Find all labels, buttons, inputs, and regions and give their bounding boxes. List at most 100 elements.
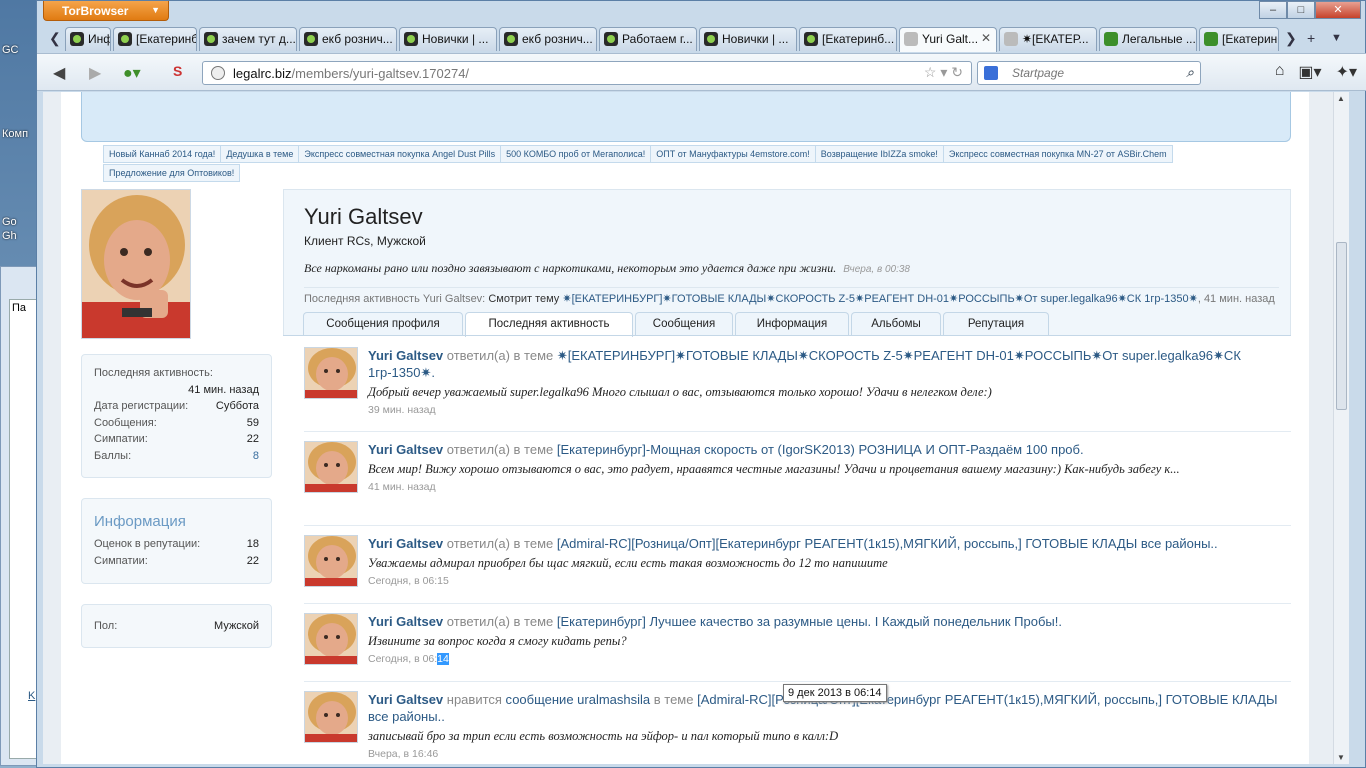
background-window-link[interactable]: K (28, 690, 35, 702)
profile-tab[interactable]: Информация (735, 312, 849, 336)
maximize-button[interactable]: □ (1287, 1, 1315, 19)
browser-tab[interactable]: [Екатеринб... (799, 27, 897, 51)
search-icon[interactable]: ⌕ (1186, 64, 1194, 81)
tab-scroll-left-icon[interactable]: ❮ (49, 30, 61, 47)
ad-link[interactable]: Экспресс совместная покупка MN-27 от ASB… (942, 145, 1173, 163)
ad-link[interactable]: Возвращение IbIZZa smoke! (814, 145, 944, 163)
tor-onion-icon[interactable]: ●▾ (123, 63, 141, 83)
stat-value: 59 (246, 416, 259, 429)
dropdown-arrow-icon: ▼ (151, 5, 160, 15)
bookmark-star-icon[interactable]: ☆ (924, 64, 937, 80)
tab-scroll-right-icon[interactable]: ❯ (1285, 30, 1297, 47)
stat-row: Симпатии: 22 (94, 433, 259, 450)
forward-button[interactable]: ▶ (89, 63, 101, 83)
addon-icon[interactable]: ✦▾ (1336, 62, 1357, 82)
search-bar[interactable]: Startpage ⌕ (977, 61, 1201, 85)
browser-tab[interactable]: Инф... (65, 27, 111, 51)
stat-value[interactable]: 8 (253, 450, 259, 467)
scroll-up-icon[interactable]: ▲ (1337, 94, 1345, 103)
minimize-button[interactable]: – (1259, 1, 1287, 19)
profile-tab[interactable]: Сообщения профиля (303, 312, 463, 336)
tab-favicon-icon (70, 32, 84, 46)
profile-tab[interactable]: Альбомы (851, 312, 941, 336)
profile-tab[interactable]: Репутация (943, 312, 1049, 336)
activity-avatar[interactable] (304, 613, 358, 665)
ad-link[interactable]: 500 КОМБО проб от Мегаполиса! (500, 145, 652, 163)
profile-tab[interactable]: Последняя активность (465, 312, 633, 337)
browser-tab[interactable]: Новички | ... (399, 27, 497, 51)
url-domain: legalrc.biz (233, 66, 292, 81)
activity-user-link[interactable]: Yuri Galtsev (368, 442, 443, 457)
home-icon[interactable]: ⌂ (1275, 62, 1285, 82)
browser-tab[interactable]: зачем тут д... (199, 27, 297, 51)
desktop-icon-label[interactable]: Go (2, 216, 36, 228)
status-time[interactable]: Вчера, в 00:38 (843, 264, 910, 275)
scroll-down-icon[interactable]: ▼ (1337, 753, 1345, 762)
activity-avatar[interactable] (304, 441, 358, 493)
search-engine-icon[interactable] (984, 66, 998, 80)
close-window-button[interactable]: ✕ (1315, 1, 1361, 19)
activity-user-link[interactable]: Yuri Galtsev (368, 536, 443, 551)
activity-time[interactable]: 39 мин. назад (368, 404, 1291, 416)
activity-title: Yuri Galtsev ответил(а) в теме [Екатерин… (368, 441, 1291, 458)
activity-time[interactable]: Сегодня, в 06:15 (368, 575, 1291, 587)
desktop-icon-label[interactable]: GC (2, 44, 36, 56)
activity-avatar[interactable] (304, 347, 358, 399)
activity-time[interactable]: Вчера, в 16:46 (368, 748, 1291, 760)
status-text: Все наркоманы рано или поздно завязывают… (304, 261, 837, 275)
activity-user-link[interactable]: Yuri Galtsev (368, 692, 443, 707)
ad-link[interactable]: Предложение для Оптовиков! (103, 164, 241, 182)
vertical-scrollbar[interactable]: ▲ ▼ (1333, 92, 1349, 764)
site-identity-icon[interactable] (211, 66, 225, 80)
activity-avatar[interactable] (304, 691, 358, 743)
title-bar[interactable]: TorBrowser ▼ – □ ✕ (37, 1, 1365, 23)
list-tabs-icon[interactable]: ▼ (1331, 32, 1342, 44)
new-tab-icon[interactable]: + (1307, 30, 1315, 46)
ad-link[interactable]: Экспресс совместная покупка Angel Dust P… (298, 145, 502, 163)
ad-link[interactable]: Новый Каннаб 2014 года! (103, 145, 222, 163)
activity-thread-link[interactable]: [Екатеринбург] Лучшее качество за разумн… (557, 614, 1062, 629)
activity-snippet: Всем мир! Вижу хорошо отзываются о вас, … (368, 462, 1180, 476)
url-dropdown-icon[interactable]: ▾ (940, 64, 947, 80)
browser-tab[interactable]: ✷[ЕКАТЕР... (999, 27, 1097, 51)
reload-icon[interactable]: ↻ (951, 64, 963, 80)
browser-tab[interactable]: Новички | ... (699, 27, 797, 51)
browser-tab[interactable]: екб рознич... (499, 27, 597, 51)
activity-thread-link[interactable]: [Admiral-RC][Розница/Опт][Екатеринбург Р… (557, 536, 1218, 551)
desktop-icon-label[interactable]: Gh (2, 230, 36, 242)
url-bar[interactable]: legalrc.biz/members/yuri-galtsev.170274/… (202, 61, 972, 85)
desktop-icon-label[interactable]: Комп (2, 128, 36, 140)
browser-tab[interactable]: Легальные ... (1099, 27, 1197, 51)
activity-time[interactable]: Сегодня, в 06:14 (368, 653, 1291, 665)
ad-link[interactable]: Дедушка в теме (220, 145, 300, 163)
browser-tab[interactable]: Работаем г... (599, 27, 697, 51)
tor-browser-menu-button[interactable]: TorBrowser ▼ (43, 1, 169, 21)
bookmarks-menu-icon[interactable]: ▣▾ (1298, 62, 1321, 82)
activity-body: Yuri Galtsev ответил(а) в теме [Екатерин… (368, 432, 1291, 493)
activity-avatar[interactable] (304, 535, 358, 587)
app-menu-label: TorBrowser (62, 4, 129, 18)
liked-post-link[interactable]: сообщение uralmashsila (506, 692, 651, 707)
activity-time[interactable]: 41 мин. назад (368, 481, 1291, 493)
info-box: Информация Оценок в репутации: 18 Симпатии… (81, 498, 272, 584)
close-tab-icon[interactable]: ✕ (981, 31, 991, 45)
search-placeholder: Startpage (1012, 66, 1065, 80)
browser-tab[interactable]: [Екатеринб... (113, 27, 197, 51)
ad-link[interactable]: ОПТ от Мануфактуры 4emstore.com! (650, 145, 816, 163)
noscript-icon[interactable]: S (173, 63, 182, 79)
activity-time-prefix: Сегодня, в 06: (368, 653, 438, 665)
profile-avatar[interactable] (81, 189, 191, 339)
activity-user-link[interactable]: Yuri Galtsev (368, 614, 443, 629)
profile-tab[interactable]: Сообщения (635, 312, 733, 336)
activity-thread-link[interactable]: [Екатеринбург]-Мощная скорость от (IgorS… (557, 442, 1084, 457)
activity-user-link[interactable]: Yuri Galtsev (368, 348, 443, 363)
browser-tab[interactable]: Yuri Galt... ✕ (899, 27, 997, 52)
browser-tab[interactable]: [Екатеринб... (1199, 27, 1279, 51)
toolbar-right: ⌂ ▣▾ ✦▾ (1275, 62, 1357, 82)
back-button[interactable]: ◀ (53, 63, 65, 83)
activity-thread-link[interactable]: ✷[ЕКАТЕРИНБУРГ]✷ГОТОВЫЕ КЛАДЫ✷СКОРОСТЬ Z… (562, 293, 1197, 305)
info-value: 22 (246, 554, 259, 567)
browser-tab[interactable]: екб рознич... (299, 27, 397, 51)
tab-favicon-icon (1204, 32, 1218, 46)
scrollbar-thumb[interactable] (1336, 242, 1347, 410)
